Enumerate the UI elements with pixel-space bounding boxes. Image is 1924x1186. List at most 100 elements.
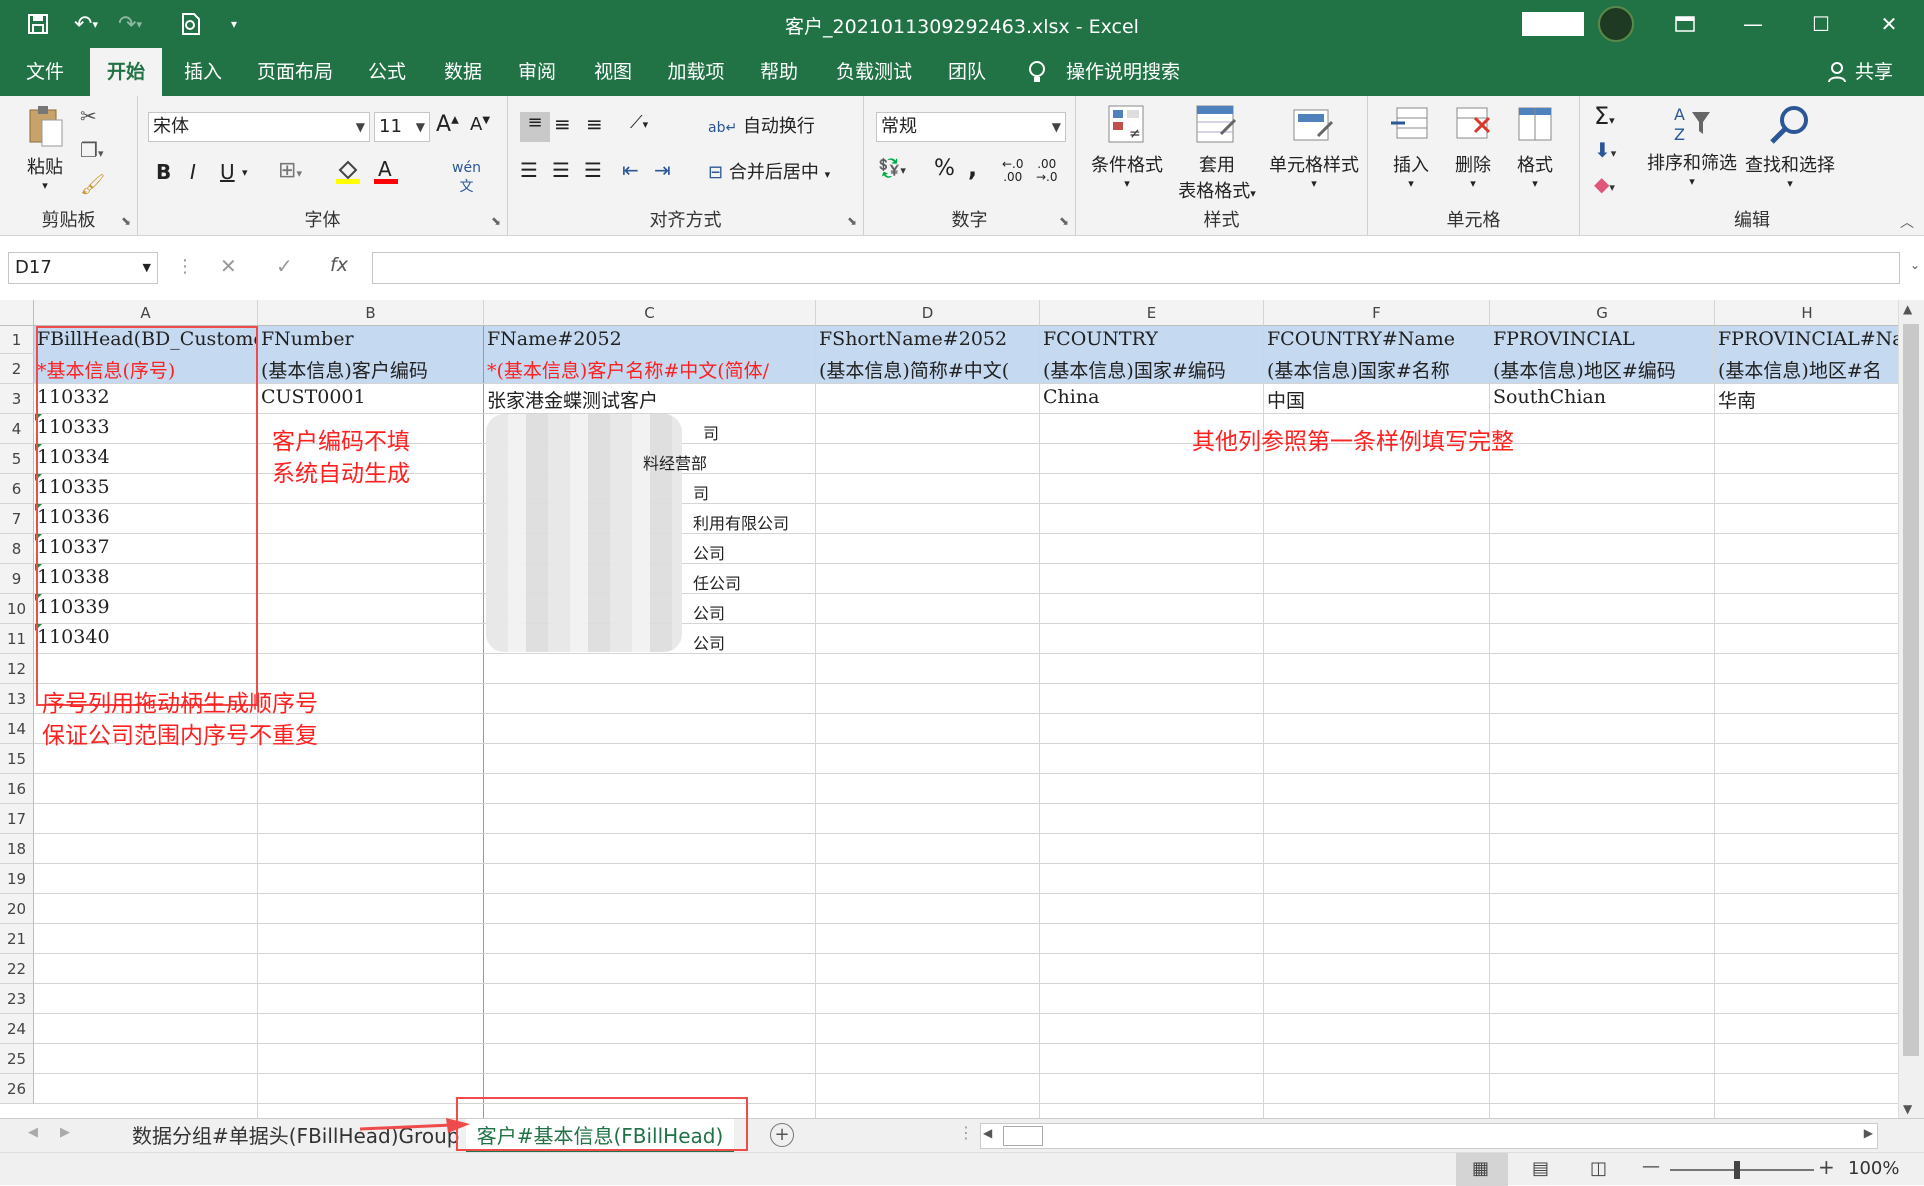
column-header-E[interactable]: E [1040,300,1264,326]
header-cell-E2[interactable]: (基本信息)国家#编码 [1040,356,1264,384]
zoom-slider-thumb[interactable] [1734,1161,1740,1179]
header-cell-D1[interactable]: FShortName#2052 [816,328,1040,354]
share-button[interactable]: 共享 [1852,48,1896,96]
alignment-launcher-icon[interactable]: ⬊ [847,214,857,228]
zoom-out-icon[interactable]: — [1642,1156,1660,1177]
row-header-23[interactable]: 23 [0,984,34,1014]
header-cell-B1[interactable]: FNumber [258,328,484,354]
header-cell-E1[interactable]: FCOUNTRY [1040,328,1264,354]
insert-function-button[interactable]: fx [330,254,348,276]
minimize-icon[interactable]: — [1718,0,1788,48]
cut-icon[interactable]: ✂ [80,104,97,128]
name-box[interactable]: D17 ▼ [8,252,158,284]
normal-view-icon[interactable]: ▦ [1472,1158,1489,1179]
horizontal-scrollbar[interactable]: ◀ ▶ [980,1123,1878,1149]
avatar[interactable] [1598,6,1634,42]
tab-load-test[interactable]: 负载测试 [826,48,922,96]
percent-button[interactable]: % [934,156,955,181]
page-break-view-icon[interactable]: ◫ [1590,1158,1607,1179]
scroll-right-icon[interactable]: ▶ [1864,1126,1873,1140]
data-cell-G3[interactable]: SouthChian [1490,386,1715,414]
fill-color-icon[interactable] [336,158,360,189]
column-header-C[interactable]: C [484,300,816,326]
next-sheet-icon[interactable]: ▶ [60,1125,70,1140]
phonetic-icon[interactable]: wén 文 [452,160,481,196]
header-cell-F2[interactable]: (基本信息)国家#名称 [1264,356,1490,384]
header-cell-H1[interactable]: FPROVINCIAL#Name [1715,328,1898,354]
zoom-slider[interactable] [1670,1169,1814,1171]
row-header-15[interactable]: 15 [0,744,34,774]
header-cell-G1[interactable]: FPROVINCIAL [1490,328,1715,354]
data-cell-H3[interactable]: 华南 [1715,386,1898,414]
column-header-A[interactable]: A [34,300,258,326]
data-cell-C3[interactable]: 张家港金蝶测试客户 [484,386,816,414]
shrink-font-icon[interactable]: A▼ [470,114,490,135]
row-header-19[interactable]: 19 [0,864,34,894]
find-select-button[interactable]: 查找和选择 ▾ [1740,104,1840,190]
row-header-9[interactable]: 9 [0,564,34,594]
tab-home[interactable]: 开始 [90,48,162,96]
column-header-H[interactable]: H [1715,300,1898,326]
row-header-20[interactable]: 20 [0,894,34,924]
row-header-18[interactable]: 18 [0,834,34,864]
row-header-22[interactable]: 22 [0,954,34,984]
tab-help[interactable]: 帮助 [744,48,814,96]
merge-center-button[interactable]: ⊟ 合并后居中 ▾ [708,158,830,184]
row-header-1[interactable]: 1 [0,326,34,354]
align-center-icon[interactable]: ☰ [552,158,570,182]
font-size-select[interactable]: 11 ▼ [374,112,430,142]
underline-button[interactable]: U [220,160,235,184]
row-header-11[interactable]: 11 [0,624,34,654]
row-header-24[interactable]: 24 [0,1014,34,1044]
page-layout-view-icon[interactable]: ▤ [1532,1158,1549,1179]
row-header-26[interactable]: 26 [0,1074,34,1104]
column-header-G[interactable]: G [1490,300,1715,326]
wrap-text-button[interactable]: ab↵ 自动换行 [708,112,815,138]
row-header-14[interactable]: 14 [0,714,34,744]
tab-data[interactable]: 数据 [428,48,498,96]
select-all-corner[interactable] [0,300,34,326]
header-cell-C2[interactable]: *(基本信息)客户名称#中文(简体/ [484,356,816,384]
data-cell-B3[interactable]: CUST0001 [258,386,484,414]
close-icon[interactable]: ✕ [1854,0,1924,48]
header-cell-D2[interactable]: (基本信息)简称#中文( [816,356,1040,384]
row-header-17[interactable]: 17 [0,804,34,834]
tab-split-icon[interactable]: ⋮ [958,1123,974,1142]
decrease-decimal-icon[interactable]: .00 →.0 [1036,158,1058,184]
tab-formulas[interactable]: 公式 [352,48,422,96]
header-cell-G2[interactable]: (基本信息)地区#编码 [1490,356,1715,384]
row-header-25[interactable]: 25 [0,1044,34,1074]
currency-icon[interactable]: 💱▾ [878,158,906,179]
fill-icon[interactable]: ⬇▾ [1594,138,1616,162]
format-painter-icon[interactable]: 🖌 [80,172,105,196]
header-cell-F1[interactable]: FCOUNTRY#Name [1264,328,1490,354]
number-launcher-icon[interactable]: ⬊ [1059,214,1069,228]
scroll-up-icon[interactable]: ▲ [1903,302,1912,316]
cancel-icon[interactable]: ✕ [220,254,237,278]
align-middle-icon[interactable]: ≡ [554,112,571,136]
row-header-4[interactable]: 4 [0,414,34,444]
new-sheet-icon[interactable]: + [770,1123,794,1147]
font-launcher-icon[interactable]: ⬊ [491,214,501,228]
spreadsheet-grid[interactable]: ABCDEFGH 1 2 3 4 5 6 7 8 9 10 11 12 13 14 15 16 17 18 19 20… [0,300,1898,1118]
tab-page-layout[interactable]: 页面布局 [250,48,340,96]
row-header-3[interactable]: 3 [0,384,34,414]
format-cells-button[interactable]: 格式 ▾ [1510,104,1560,190]
align-bottom-icon[interactable]: ≡ [586,112,603,136]
row-header-8[interactable]: 8 [0,534,34,564]
scroll-left-icon[interactable]: ◀ [983,1126,992,1140]
row-header-6[interactable]: 6 [0,474,34,504]
row-header-21[interactable]: 21 [0,924,34,954]
orientation-icon[interactable]: ⟋▾ [630,112,648,133]
prev-sheet-icon[interactable]: ◀ [28,1125,38,1140]
row-header-16[interactable]: 16 [0,774,34,804]
header-cell-H2[interactable]: (基本信息)地区#名 [1715,356,1898,384]
number-format-select[interactable]: 常规 ▼ [876,112,1066,142]
row-header-10[interactable]: 10 [0,594,34,624]
tab-insert[interactable]: 插入 [168,48,238,96]
zoom-in-icon[interactable]: + [1818,1155,1835,1179]
data-cell-D3[interactable] [816,386,1040,414]
bold-button[interactable]: B [156,160,171,184]
ribbon-display-icon[interactable] [1650,0,1720,48]
row-header-5[interactable]: 5 [0,444,34,474]
